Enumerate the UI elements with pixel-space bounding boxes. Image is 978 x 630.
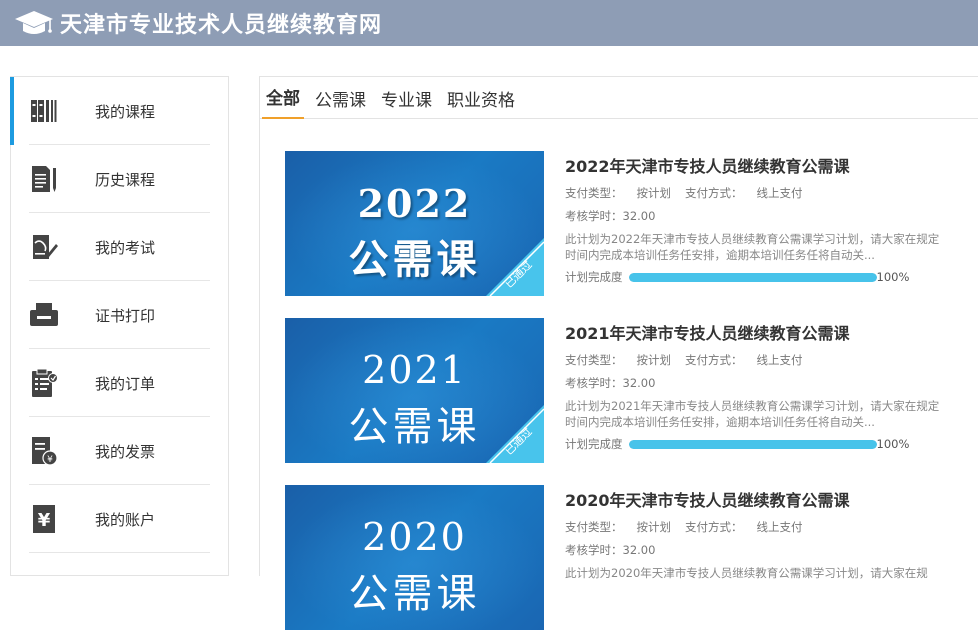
pay-type-value: 按计划	[636, 353, 672, 367]
sidebar-item-label: 历史课程	[95, 170, 156, 189]
tab-public-courses[interactable]: 公需课	[311, 86, 370, 119]
thumbnail-year: 2021	[362, 348, 467, 392]
sidebar-item-label: 我的考试	[95, 238, 156, 257]
sidebar-item-my-exams[interactable]: 我的考试	[11, 213, 228, 281]
course-info: 2021年天津市专技人员继续教育公需课 支付类型： 按计划 支付方式： 线上支付 考核…	[565, 318, 965, 452]
course-card: 2021 公需课 已通过 2021年天津市专技人员继续教育公需课 支付类型： 按计…	[285, 318, 975, 463]
course-progress: 计划完成度 100%	[565, 269, 965, 285]
course-info: 2022年天津市专技人员继续教育公需课 支付类型： 按计划 支付方式： 线上支付 考核…	[565, 151, 965, 285]
document-pen-icon	[29, 164, 59, 194]
pay-type-label: 支付类型：	[565, 353, 623, 367]
printer-icon	[29, 300, 59, 330]
course-progress: 计划完成度 100%	[565, 436, 965, 452]
sidebar-item-my-orders[interactable]: 我的订单	[11, 349, 228, 417]
course-hours: 考核学时：32.00	[565, 375, 965, 391]
sidebar-item-label: 我的发票	[95, 442, 156, 461]
sidebar-item-my-account[interactable]: ¥ 我的账户	[11, 485, 228, 553]
pay-method-label: 支付方式：	[685, 186, 743, 200]
progress-fill	[628, 439, 877, 449]
thumbnail-year: 2022	[357, 181, 472, 226]
tab-all[interactable]: 全部	[262, 84, 304, 119]
passed-badge: 已通过	[486, 405, 544, 463]
thumbnail-subject: 公需课	[348, 571, 481, 617]
hours-label: 考核学时：	[565, 376, 623, 390]
pay-type-label: 支付类型：	[565, 186, 623, 200]
course-card: 2022 公需课 已通过 2022年天津市专技人员继续教育公需课 支付类型： 按计…	[285, 151, 975, 296]
course-title[interactable]: 2021年天津市专技人员继续教育公需课	[565, 320, 965, 344]
hours-value: 32.00	[622, 376, 656, 390]
sidebar-item-certificate-print[interactable]: 证书打印	[11, 281, 228, 349]
sidebar-item-history-courses[interactable]: 历史课程	[11, 145, 228, 213]
progress-percent: 100%	[876, 437, 910, 451]
hours-value: 32.00	[622, 543, 656, 557]
pay-method-value: 线上支付	[756, 186, 803, 200]
pay-method-value: 线上支付	[756, 520, 803, 534]
course-description: 此计划为2021年天津市专技人员继续教育公需课学习计划，请大家在规定时间内完成本…	[565, 399, 940, 429]
course-card: 2020 公需课 2020年天津市专技人员继续教育公需课 支付类型： 按计划 支付方…	[285, 485, 975, 630]
pay-method-label: 支付方式：	[685, 353, 743, 367]
course-info: 2020年天津市专技人员继续教育公需课 支付类型： 按计划 支付方式： 线上支付 考核…	[565, 485, 965, 581]
invoice-icon: ¥	[29, 436, 59, 466]
course-payment-meta: 支付类型： 按计划 支付方式： 线上支付	[565, 352, 965, 368]
pay-type-value: 按计划	[636, 520, 672, 534]
hours-label: 考核学时：	[565, 209, 623, 223]
progress-percent: 100%	[876, 270, 910, 284]
tab-vocational-qualification[interactable]: 职业资格	[443, 86, 519, 119]
sidebar-item-my-courses[interactable]: 我的课程	[10, 77, 228, 145]
course-hours: 考核学时：32.00	[565, 542, 965, 558]
course-thumbnail[interactable]: 2021 公需课 已通过	[285, 318, 544, 463]
passed-badge: 已通过	[486, 238, 544, 296]
pay-method-label: 支付方式：	[685, 520, 743, 534]
progress-label: 计划完成度	[565, 437, 623, 451]
yuan-account-icon: ¥	[29, 504, 59, 534]
site-title: 天津市专业技术人员继续教育网	[60, 13, 383, 38]
progress-bar	[628, 439, 877, 449]
svg-text:¥: ¥	[38, 510, 51, 531]
course-tabs: 全部 公需课 专业课 职业资格	[260, 77, 978, 119]
pay-type-value: 按计划	[636, 186, 672, 200]
course-description: 此计划为2022年天津市专技人员继续教育公需课学习计划，请大家在规定时间内完成本…	[565, 232, 940, 262]
tab-professional-courses[interactable]: 专业课	[377, 86, 436, 119]
hours-value: 32.00	[622, 209, 656, 223]
progress-fill	[628, 272, 877, 282]
svg-text:¥: ¥	[47, 455, 53, 465]
sidebar-menu: 我的课程 历史课程 我的考试 证书打印 我的订单 ¥ 我的发票 ¥ 我的账户	[10, 76, 229, 576]
hours-label: 考核学时：	[565, 543, 623, 557]
exam-icon	[29, 232, 59, 262]
top-header: 天津市专业技术人员继续教育网	[0, 0, 978, 46]
graduation-cap-icon	[15, 11, 53, 34]
course-hours: 考核学时：32.00	[565, 208, 965, 224]
course-payment-meta: 支付类型： 按计划 支付方式： 线上支付	[565, 519, 965, 535]
pay-type-label: 支付类型：	[565, 520, 623, 534]
progress-label: 计划完成度	[565, 270, 623, 284]
sidebar-item-label: 我的课程	[95, 102, 156, 121]
course-thumbnail[interactable]: 2022 公需课 已通过	[285, 151, 544, 296]
course-thumbnail[interactable]: 2020 公需课	[285, 485, 544, 630]
pay-method-value: 线上支付	[756, 353, 803, 367]
course-panel: 全部 公需课 专业课 职业资格 2022 公需课 已通过 2022年天津市专技人…	[259, 76, 978, 630]
progress-bar	[628, 272, 877, 282]
sidebar-item-label: 我的订单	[95, 374, 156, 393]
course-payment-meta: 支付类型： 按计划 支付方式： 线上支付	[565, 185, 965, 201]
thumbnail-year: 2020	[362, 515, 467, 559]
course-title[interactable]: 2020年天津市专技人员继续教育公需课	[565, 487, 965, 511]
sidebar-item-label: 我的账户	[95, 510, 156, 529]
sidebar-item-my-invoices[interactable]: ¥ 我的发票	[11, 417, 228, 485]
course-description: 此计划为2020年天津市专技人员继续教育公需课学习计划，请大家在规	[565, 566, 928, 580]
order-clipboard-icon	[29, 368, 59, 398]
course-title[interactable]: 2022年天津市专技人员继续教育公需课	[565, 153, 965, 177]
books-icon	[29, 96, 59, 126]
sidebar-item-label: 证书打印	[95, 306, 156, 325]
